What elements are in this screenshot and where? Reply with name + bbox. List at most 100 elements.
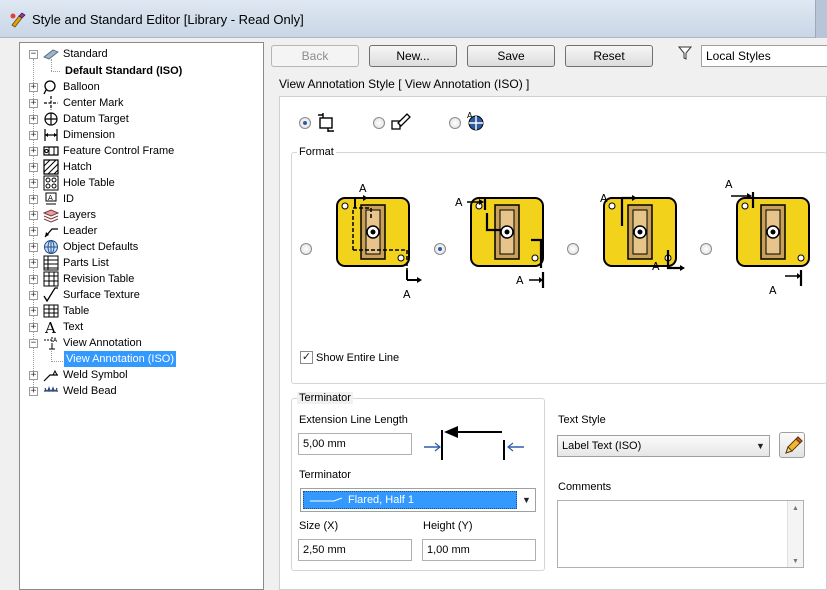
tree-item-feature-control-frame[interactable]: + Feature Control Frame (20, 143, 260, 159)
tree-item-revision-table[interactable]: + Revision Table (20, 271, 260, 287)
tree-item-text[interactable]: + A Text (20, 319, 260, 335)
leader-icon (44, 228, 58, 238)
expand-icon[interactable]: + (29, 387, 38, 396)
filter-icon[interactable] (677, 45, 693, 61)
radio-view-type-1[interactable] (299, 117, 311, 129)
tree-item-parts-list[interactable]: + Parts List (20, 255, 260, 271)
tree-item-center-mark[interactable]: + Center Mark (20, 95, 260, 111)
expand-icon[interactable]: + (29, 275, 38, 284)
tree-item-standard[interactable]: − Standard (20, 46, 260, 62)
tree-item-label: Hole Table (63, 177, 115, 189)
expand-icon[interactable]: + (29, 291, 38, 300)
height-input[interactable]: 1,00 mm (422, 539, 536, 561)
new-button[interactable]: New... (369, 45, 457, 67)
terminator-label: Terminator (299, 469, 351, 481)
expand-icon[interactable]: + (29, 259, 38, 268)
hatch-icon (43, 159, 59, 175)
edit-text-style-button[interactable] (779, 432, 805, 458)
radio-format-option-1[interactable] (300, 243, 312, 255)
expand-icon[interactable]: + (29, 195, 38, 204)
layers-icon (43, 209, 59, 223)
tree-item-balloon[interactable]: + Balloon (20, 79, 260, 95)
filter-select[interactable]: Local Styles (701, 45, 827, 67)
expand-icon[interactable]: + (29, 307, 38, 316)
table-icon (43, 304, 59, 318)
chevron-down-icon[interactable]: ▼ (518, 489, 535, 511)
format-preview-1[interactable]: A A (317, 178, 427, 308)
svg-text:A: A (455, 196, 463, 209)
format-preview-4[interactable]: A A (717, 178, 827, 308)
style-tree[interactable]: − Standard Default Standard (ISO) + Ballo… (19, 42, 264, 590)
tree-item-label: Object Defaults (63, 241, 139, 253)
format-preview-3[interactable]: A A (584, 178, 694, 308)
tree-item-view-annotation[interactable]: − A View Annotation (20, 335, 260, 351)
collapse-icon[interactable]: − (29, 339, 38, 348)
view-annotation-icon: A (44, 337, 58, 350)
extension-line-length-input[interactable]: 5,00 mm (298, 433, 412, 455)
tree-item-view-annotation-iso[interactable]: View Annotation (ISO) (20, 351, 260, 367)
radio-view-type-2[interactable] (373, 117, 385, 129)
tree-item-weld-symbol[interactable]: + Weld Symbol (20, 367, 260, 383)
radio-format-option-3[interactable] (567, 243, 579, 255)
size-input[interactable]: 2,50 mm (298, 539, 412, 561)
expand-icon[interactable]: + (29, 83, 38, 92)
reset-button[interactable]: Reset (565, 45, 653, 67)
tree-item-hatch[interactable]: + Hatch (20, 159, 260, 175)
radio-format-option-2[interactable] (434, 243, 446, 255)
expand-icon[interactable]: + (29, 323, 38, 332)
show-entire-line-checkbox[interactable]: ✓ (300, 351, 313, 364)
format-preview-2[interactable]: A A (451, 178, 561, 308)
radio-format-option-4[interactable] (700, 243, 712, 255)
tree-item-label: ID (63, 193, 74, 205)
expand-icon[interactable]: + (29, 243, 38, 252)
object-defaults-icon (44, 240, 58, 254)
window-edge (815, 0, 827, 38)
svg-text:A: A (769, 284, 777, 297)
tree-item-label: Datum Target (63, 113, 129, 125)
flared-line-icon (310, 497, 342, 502)
window-title: Style and Standard Editor [Library - Rea… (32, 12, 304, 27)
tree-item-label: Parts List (63, 257, 109, 269)
text-style-select[interactable]: Label Text (ISO) ▼ (557, 435, 770, 457)
center-mark-icon (44, 96, 58, 110)
expand-icon[interactable]: + (29, 371, 38, 380)
tree-item-default-standard[interactable]: Default Standard (ISO) (20, 59, 260, 79)
tree-item-surface-texture[interactable]: + Surface Texture (20, 287, 260, 303)
style-header: View Annotation Style [ View Annotation … (279, 77, 530, 91)
scroll-up-icon[interactable]: ▲ (792, 505, 799, 512)
expand-icon[interactable]: + (29, 115, 38, 124)
expand-icon[interactable]: + (29, 179, 38, 188)
text-style-value: Label Text (ISO) (562, 440, 642, 452)
tree-item-object-defaults[interactable]: + Object Defaults (20, 239, 260, 255)
expand-icon[interactable]: + (29, 227, 38, 236)
expand-icon[interactable]: + (29, 163, 38, 172)
expand-icon[interactable]: + (29, 131, 38, 140)
tree-item-datum-target[interactable]: + Datum Target (20, 111, 260, 127)
tree-item-weld-bead[interactable]: + Weld Bead (20, 383, 260, 399)
weld-bead-icon (44, 386, 58, 392)
section-view-icon: A (467, 111, 484, 131)
terminator-select[interactable]: Flared, Half 1 ▼ (300, 488, 536, 512)
tree-item-id[interactable]: + A ID (20, 191, 260, 207)
comments-textarea[interactable]: ▲ ▼ (557, 500, 804, 568)
tree-item-dimension[interactable]: + Dimension (20, 127, 260, 143)
back-button[interactable]: Back (271, 45, 359, 67)
expand-icon[interactable]: + (29, 211, 38, 220)
tree-item-table[interactable]: + Table (20, 303, 260, 319)
radio-view-type-3[interactable] (449, 117, 461, 129)
scroll-down-icon[interactable]: ▼ (792, 558, 799, 565)
tree-item-label: Surface Texture (63, 289, 140, 301)
save-button[interactable]: Save (467, 45, 555, 67)
tree-item-leader[interactable]: + Leader (20, 223, 260, 239)
tree-connector (51, 361, 63, 362)
chevron-down-icon[interactable]: ▼ (752, 436, 769, 456)
tree-item-label: Balloon (63, 81, 100, 93)
balloon-icon (43, 80, 56, 95)
comments-scrollbar[interactable]: ▲ ▼ (787, 501, 803, 567)
collapse-icon[interactable]: − (29, 50, 38, 59)
tree-item-hole-table[interactable]: + Hole Table (20, 175, 260, 191)
tree-item-layers[interactable]: + Layers (20, 207, 260, 223)
feature-control-frame-icon (43, 146, 59, 156)
expand-icon[interactable]: + (29, 147, 38, 156)
expand-icon[interactable]: + (29, 99, 38, 108)
